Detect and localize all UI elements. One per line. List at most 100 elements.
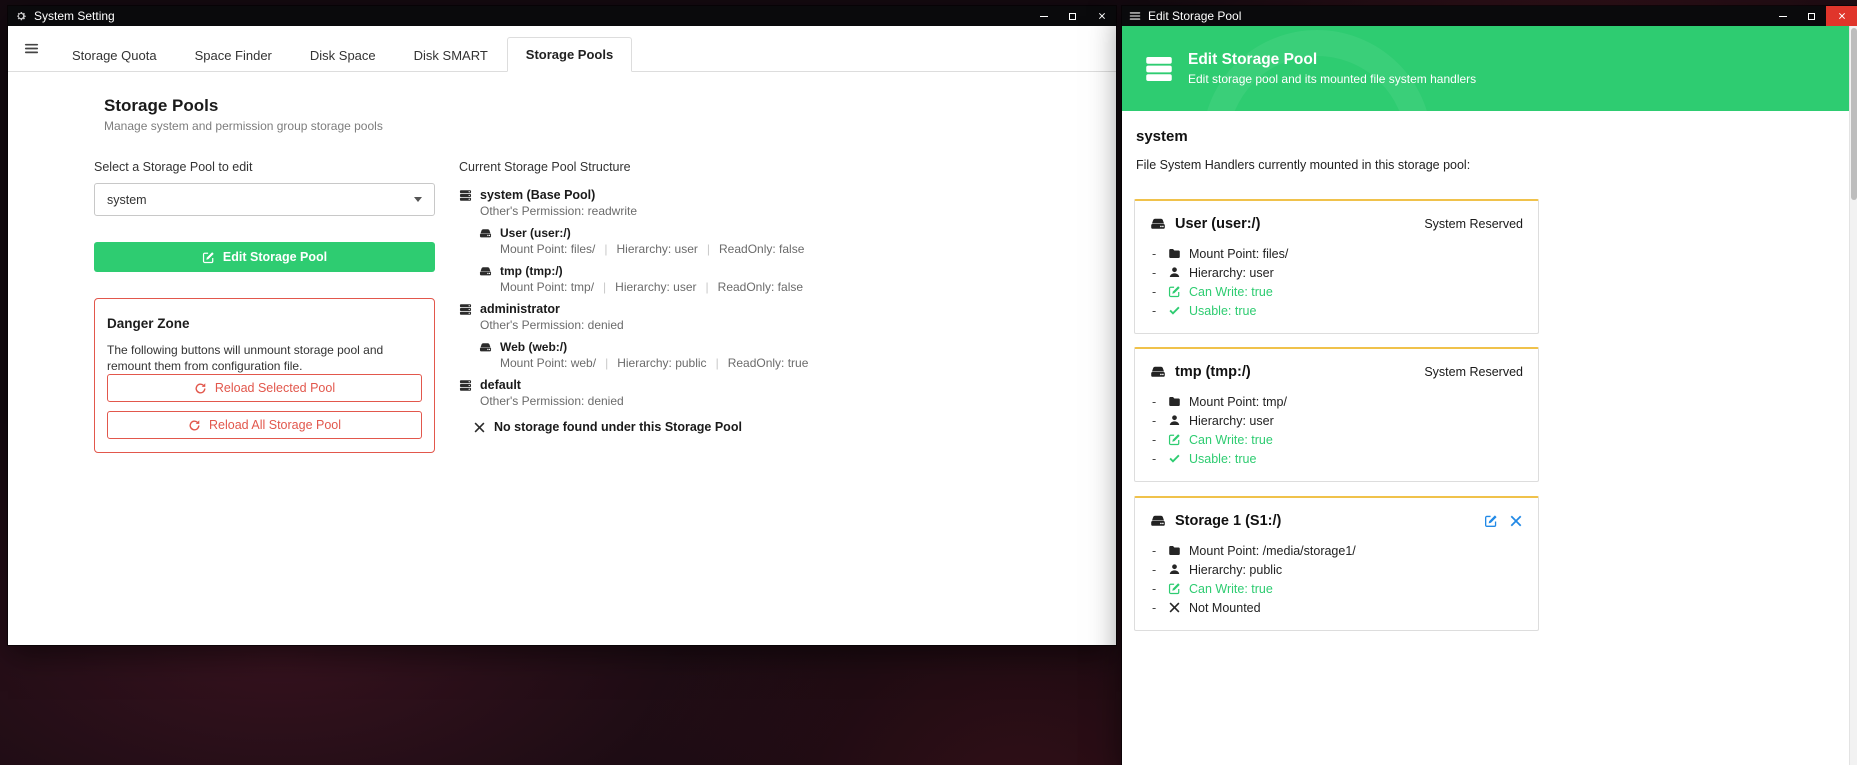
tree-storage-tmp: tmp (tmp:/) Mount Point: tmp/Hierarchy: … (479, 264, 1076, 295)
header-title: Edit Storage Pool (1188, 50, 1476, 69)
scrollbar-thumb[interactable] (1851, 28, 1857, 200)
server-icon (459, 379, 472, 392)
reload-all-pool-button[interactable]: Reload All Storage Pool (107, 411, 422, 439)
folder-icon (1168, 395, 1181, 408)
reload-selected-pool-button[interactable]: Reload Selected Pool (107, 374, 422, 402)
system-reserved-badge: System Reserved (1424, 365, 1523, 379)
edit-icon (1168, 433, 1181, 446)
edit-pool-body: Edit Storage Pool Edit storage pool and … (1122, 26, 1857, 765)
edit-icon (1168, 285, 1181, 298)
minimize-icon (1040, 16, 1048, 17)
system-setting-window: System Setting Storage Quota Space Finde… (8, 6, 1116, 645)
maximize-icon (1069, 13, 1076, 20)
tab-storage-pools[interactable]: Storage Pools (507, 37, 632, 72)
system-setting-titlebar[interactable]: System Setting (8, 6, 1116, 26)
danger-zone-description: The following buttons will unmount stora… (107, 342, 422, 374)
tree-pool-system: system (Base Pool) Other's Permission: r… (459, 188, 1076, 219)
minimize-icon (1779, 16, 1787, 17)
tree-empty-message: No storage found under this Storage Pool (473, 420, 1076, 435)
page-title: Storage Pools (104, 96, 1076, 116)
minimize-button[interactable] (1029, 6, 1058, 26)
storage-pools-page: Storage Pools Manage system and permissi… (8, 72, 1116, 644)
x-icon (1168, 601, 1181, 614)
window-title: System Setting (34, 9, 115, 23)
hierarchy-row: Hierarchy: user (1150, 263, 1523, 282)
gear-icon (15, 10, 27, 22)
minimize-button[interactable] (1768, 6, 1797, 26)
edit-handler-icon[interactable] (1484, 514, 1498, 528)
storage-drive-icon (1150, 216, 1166, 232)
page-subtitle: Manage system and permission group stora… (104, 119, 1076, 134)
close-button[interactable] (1087, 6, 1116, 26)
close-button[interactable] (1826, 6, 1857, 26)
handler-card-list: User (user:/) System Reserved Mount Poin… (1134, 199, 1539, 631)
window-title: Edit Storage Pool (1148, 9, 1241, 23)
hierarchy-row: Hierarchy: public (1150, 560, 1523, 579)
user-icon (1168, 414, 1181, 427)
pool-name: system (1136, 127, 1849, 146)
chevron-down-icon (414, 197, 422, 202)
mount-point-row: Mount Point: /media/storage1/ (1150, 541, 1523, 560)
tree-storage-user: User (user:/) Mount Point: files/Hierarc… (479, 226, 1076, 257)
user-icon (1168, 563, 1181, 576)
header-subtitle: Edit storage pool and its mounted file s… (1188, 72, 1476, 87)
danger-zone-panel: Danger Zone The following buttons will u… (94, 298, 435, 453)
user-icon (1168, 266, 1181, 279)
edit-icon (1168, 582, 1181, 595)
tab-bar: Storage Quota Space Finder Disk Space Di… (8, 26, 1116, 72)
handler-card-storage1: Storage 1 (S1:/) Mount Point: /media/sto… (1134, 496, 1539, 631)
tree-pool-administrator: administrator Other's Permission: denied (459, 302, 1076, 333)
edit-icon (202, 251, 215, 264)
storage-pool-select[interactable]: system (94, 183, 435, 216)
maximize-button[interactable] (1058, 6, 1087, 26)
tab-disk-space[interactable]: Disk Space (291, 38, 395, 72)
usable-row: Usable: true (1150, 301, 1523, 320)
mount-point-row: Mount Point: files/ (1150, 244, 1523, 263)
handler-card-tmp: tmp (tmp:/) System Reserved Mount Point:… (1134, 347, 1539, 482)
desktop: { "colors": { "accent_green": "#2ecc71",… (0, 0, 1857, 765)
check-icon (1168, 452, 1181, 465)
server-icon (1144, 54, 1174, 84)
tree-storage-web: Web (web:/) Mount Point: web/Hierarchy: … (479, 340, 1076, 371)
storage-drive-icon (1150, 513, 1166, 529)
tab-storage-quota[interactable]: Storage Quota (53, 38, 176, 72)
storage-pool-tree: system (Base Pool) Other's Permission: r… (459, 188, 1076, 435)
tree-pool-default: default Other's Permission: denied (459, 378, 1076, 409)
refresh-icon (194, 382, 207, 395)
server-icon (459, 189, 472, 202)
not-mounted-row: Not Mounted (1150, 598, 1523, 617)
tab-space-finder[interactable]: Space Finder (176, 38, 291, 72)
selected-pool-value: system (107, 193, 147, 207)
close-icon (1838, 12, 1846, 20)
structure-title: Current Storage Pool Structure (459, 160, 1076, 175)
maximize-button[interactable] (1797, 6, 1826, 26)
can-write-row: Can Write: true (1150, 430, 1523, 449)
select-pool-label: Select a Storage Pool to edit (94, 160, 435, 175)
x-icon (473, 421, 486, 434)
server-icon (459, 303, 472, 316)
handler-card-user: User (user:/) System Reserved Mount Poin… (1134, 199, 1539, 334)
scrollbar-track[interactable] (1849, 26, 1857, 765)
can-write-row: Can Write: true (1150, 282, 1523, 301)
storage-drive-icon (1150, 364, 1166, 380)
folder-icon (1168, 544, 1181, 557)
hierarchy-row: Hierarchy: user (1150, 411, 1523, 430)
edit-storage-pool-window: Edit Storage Pool Edit Storage Pool Edit… (1122, 6, 1857, 765)
refresh-icon (188, 419, 201, 432)
check-icon (1168, 304, 1181, 317)
mount-point-row: Mount Point: tmp/ (1150, 392, 1523, 411)
edit-pool-titlebar[interactable]: Edit Storage Pool (1122, 6, 1857, 26)
edit-pool-header: Edit Storage Pool Edit storage pool and … (1122, 26, 1849, 111)
close-icon (1098, 12, 1106, 20)
edit-storage-pool-button[interactable]: Edit Storage Pool (94, 242, 435, 272)
remove-handler-icon[interactable] (1509, 514, 1523, 528)
danger-zone-title: Danger Zone (107, 315, 422, 332)
storage-drive-icon (479, 341, 492, 354)
hamburger-menu-icon[interactable] (24, 41, 39, 56)
tab-disk-smart[interactable]: Disk SMART (395, 38, 507, 72)
storage-drive-icon (479, 227, 492, 240)
pool-description: File System Handlers currently mounted i… (1136, 158, 1849, 173)
folder-icon (1168, 247, 1181, 260)
usable-row: Usable: true (1150, 449, 1523, 468)
system-reserved-badge: System Reserved (1424, 217, 1523, 231)
